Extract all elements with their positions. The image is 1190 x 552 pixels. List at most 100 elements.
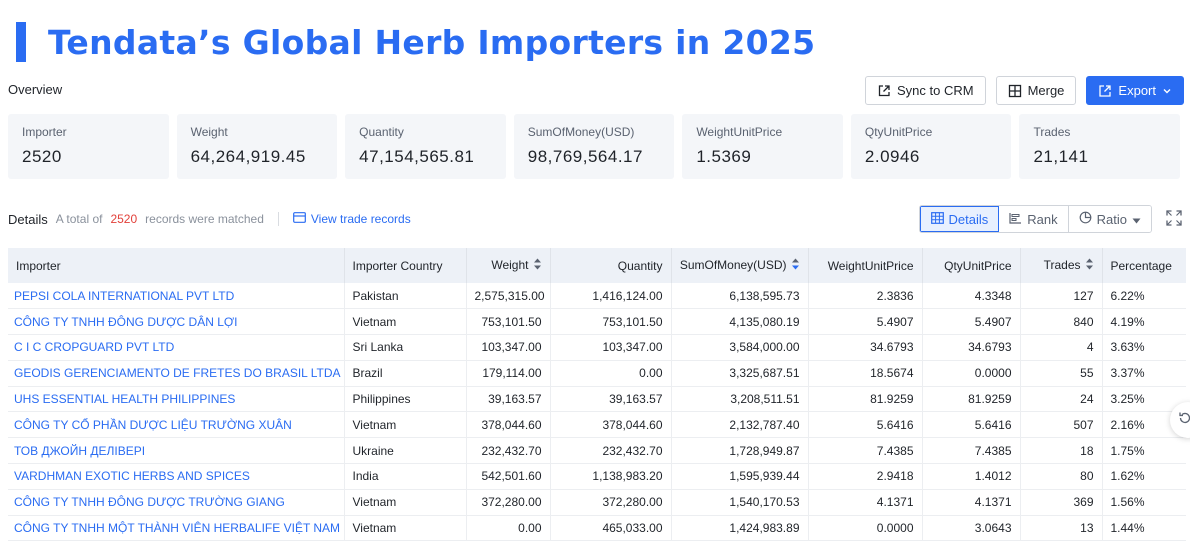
stat-card-importer: Importer 2520: [8, 114, 169, 179]
table-row[interactable]: GEODIS GERENCIAMENTO DE FRETES DO BRASIL…: [8, 360, 1186, 387]
cell-weight-unit-price: 7.4385: [808, 437, 923, 465]
cell-country: India: [344, 463, 467, 490]
cell-sum-of-money: 3,208,511.51: [671, 386, 809, 413]
sort-icon[interactable]: [533, 258, 542, 273]
cell-trades: 55: [1020, 360, 1103, 387]
sort-icon[interactable]: [791, 258, 800, 273]
cell-weight: 372,280.00: [466, 489, 551, 516]
column-header-quantity[interactable]: Quantity: [550, 248, 672, 283]
stat-value: 1.5369: [696, 147, 752, 166]
cell-trades: 127: [1020, 283, 1103, 310]
merge-button[interactable]: Merge: [995, 76, 1077, 105]
table-row[interactable]: CÔNG TY CỔ PHẦN DƯỢC LIỆU TRƯỜNG XUÂN Vie…: [8, 411, 1186, 439]
toolbar: Sync to CRM Merge Export: [864, 76, 1184, 105]
cell-country: Vietnam: [344, 515, 467, 542]
table-row[interactable]: UHS ESSENTIAL HEALTH PHILIPPINES Philippi…: [8, 386, 1186, 413]
cell-country: Pakistan: [344, 283, 467, 310]
ratio-view-label: Ratio: [1096, 211, 1127, 227]
stat-value: 2520: [22, 147, 62, 166]
cell-weight-unit-price: 81.9259: [808, 386, 923, 413]
table-row[interactable]: CÔNG TY TNHH ĐÔNG DƯỢC TRƯỜNG GIANG Vietn…: [8, 489, 1186, 516]
export-label: Export: [1118, 83, 1156, 98]
card-icon: [292, 212, 306, 226]
column-header-country[interactable]: Importer Country: [344, 248, 467, 283]
rank-view-button[interactable]: Rank: [999, 206, 1069, 232]
cell-percentage: 1.75%: [1102, 437, 1186, 465]
caret-down-icon: [1132, 212, 1141, 227]
importer-name-link[interactable]: CÔNG TY TNHH MỘT THÀNH VIÊN HERBALIFE VI…: [8, 515, 345, 542]
cell-sum-of-money: 1,424,983.89: [671, 515, 809, 542]
table-row[interactable]: C I C CROPGUARD PVT LTD Sri Lanka 103,347.…: [8, 334, 1186, 361]
stat-value: 47,154,565.81: [359, 147, 475, 166]
ratio-view-button[interactable]: Ratio: [1068, 206, 1151, 232]
importer-name-link[interactable]: CÔNG TY CỔ PHẦN DƯỢC LIỆU TRƯỜNG XUÂN: [8, 411, 345, 439]
cell-quantity: 0.00: [550, 360, 672, 387]
details-view-button[interactable]: Details: [919, 206, 1000, 232]
stat-value: 64,264,919.45: [190, 147, 306, 166]
cell-trades: 4: [1020, 334, 1103, 361]
importer-name-link[interactable]: UHS ESSENTIAL HEALTH PHILIPPINES: [8, 386, 345, 413]
cell-weight: 378,044.60: [466, 411, 551, 439]
sync-icon: [877, 84, 891, 98]
cell-quantity: 1,138,983.20: [550, 463, 672, 490]
view-trade-records-link[interactable]: View trade records: [292, 212, 411, 226]
cell-quantity: 378,044.60: [550, 411, 672, 439]
column-header-qty-unit-price[interactable]: QtyUnitPrice: [922, 248, 1021, 283]
cell-weight-unit-price: 34.6793: [808, 334, 923, 361]
table-row[interactable]: VARDHMAN EXOTIC HERBS AND SPICES India 542…: [8, 463, 1186, 490]
cell-weight-unit-price: 18.5674: [808, 360, 923, 387]
cell-trades: 840: [1020, 308, 1103, 336]
importer-name-link[interactable]: VARDHMAN EXOTIC HERBS AND SPICES: [8, 463, 345, 490]
title-accent-bar: [16, 22, 26, 62]
cell-trades: 18: [1020, 437, 1103, 465]
cell-weight-unit-price: 5.4907: [808, 308, 923, 336]
cell-qty-unit-price: 7.4385: [922, 437, 1021, 465]
sync-to-crm-button[interactable]: Sync to CRM: [864, 76, 986, 105]
column-header-trades[interactable]: Trades: [1020, 248, 1103, 283]
column-header-label: SumOfMoney(USD): [679, 257, 787, 272]
table-icon: [930, 211, 944, 227]
export-button[interactable]: Export: [1086, 76, 1184, 105]
table-row[interactable]: CÔNG TY TNHH MỘT THÀNH VIÊN HERBALIFE VI…: [8, 515, 1186, 542]
cell-weight-unit-price: 2.3836: [808, 283, 923, 310]
stat-card-qty-unit-price: QtyUnitPrice 2.0946: [850, 114, 1012, 179]
importer-name-link[interactable]: GEODIS GERENCIAMENTO DE FRETES DO BRASIL…: [8, 360, 345, 387]
cell-trades: 13: [1020, 515, 1103, 542]
column-header-percentage[interactable]: Percentage: [1102, 248, 1186, 283]
page-title: Tendata’s Global Herb Importers in 2025: [48, 22, 816, 62]
cell-country: Vietnam: [344, 411, 467, 439]
column-header-weight[interactable]: Weight: [466, 248, 551, 283]
cell-percentage: 4.19%: [1102, 308, 1186, 336]
importer-name-link[interactable]: PEPSI COLA INTERNATIONAL PVT LTD: [8, 283, 345, 310]
rank-icon: [1009, 212, 1022, 227]
cell-qty-unit-price: 81.9259: [922, 386, 1021, 413]
importer-name-link[interactable]: ТОВ ДЖОЙН ДЕЛІВЕРІ: [8, 437, 345, 465]
cell-sum-of-money: 3,584,000.00: [671, 334, 809, 361]
details-view-label: Details: [948, 211, 989, 227]
importer-name-link[interactable]: CÔNG TY TNHH ĐÔNG DƯỢC TRƯỜNG GIANG: [8, 489, 345, 516]
stat-label: Importer: [22, 125, 67, 139]
chevron-down-icon: [1162, 86, 1172, 96]
stat-card-sum-of-money: SumOfMoney(USD) 98,769,564.17: [513, 114, 675, 179]
cell-weight-unit-price: 0.0000: [808, 515, 923, 542]
importer-name-link[interactable]: CÔNG TY TNHH ĐÔNG DƯỢC DÂN LỢI: [8, 308, 345, 336]
table-row[interactable]: CÔNG TY TNHH ĐÔNG DƯỢC DÂN LỢI Vietnam 753…: [8, 308, 1186, 336]
stat-label: Quantity: [359, 125, 404, 139]
ratio-icon: [1079, 211, 1092, 227]
column-header-weight-unit-price[interactable]: WeightUnitPrice: [808, 248, 923, 283]
records-prefix: A total of: [55, 212, 103, 226]
cell-qty-unit-price: 0.0000: [922, 360, 1021, 387]
cell-percentage: 1.62%: [1102, 463, 1186, 490]
sync-label: Sync to CRM: [896, 83, 974, 98]
column-header-importer[interactable]: Importer: [8, 248, 345, 283]
stat-label: WeightUnitPrice: [696, 125, 783, 139]
fullscreen-icon[interactable]: [1166, 210, 1184, 228]
cell-weight: 232,432.70: [466, 437, 551, 465]
cell-sum-of-money: 6,138,595.73: [671, 283, 809, 310]
importer-name-link[interactable]: C I C CROPGUARD PVT LTD: [8, 334, 345, 361]
table-row[interactable]: ТОВ ДЖОЙН ДЕЛІВЕРІ Ukraine 232,432.70 232,4…: [8, 437, 1186, 465]
table-row[interactable]: PEPSI COLA INTERNATIONAL PVT LTD Pakistan…: [8, 283, 1186, 310]
history-icon: [1178, 411, 1190, 430]
sort-icon[interactable]: [1085, 258, 1094, 273]
column-header-sum-of-money[interactable]: SumOfMoney(USD): [671, 248, 809, 283]
